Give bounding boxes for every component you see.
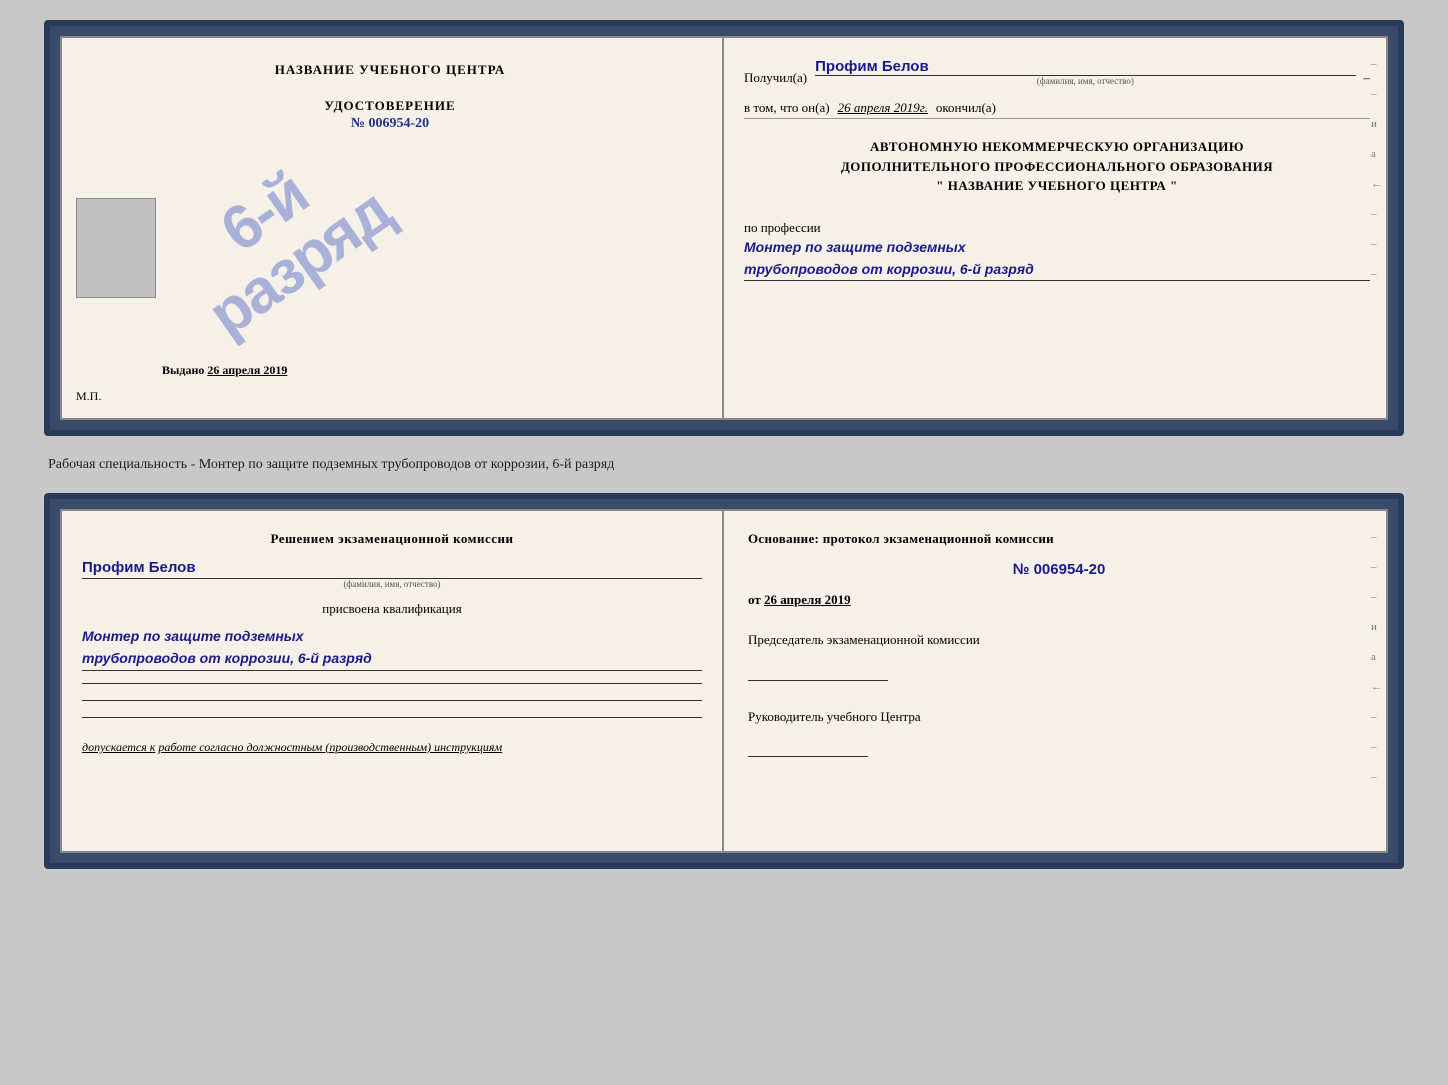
cert-profession-label: по профессии bbox=[744, 220, 1370, 236]
cert-received-name: Профим Белов bbox=[815, 58, 1355, 76]
cert-org-block: АВТОНОМНУЮ НЕКОММЕРЧЕСКУЮ ОРГАНИЗАЦИЮ ДО… bbox=[744, 137, 1370, 196]
qual-decision-title: Решением экзаменационной комиссии bbox=[82, 531, 702, 547]
cert-dash1: – bbox=[1364, 70, 1371, 86]
cert-top-title: НАЗВАНИЕ УЧЕБНОГО ЦЕНТРА bbox=[275, 62, 506, 78]
qual-basis-date: от 26 апреля 2019 bbox=[748, 592, 1370, 608]
cert-doc-number: № 006954-20 bbox=[351, 116, 429, 132]
cert-received-name-block: Профим Белов (фамилия, имя, отчество) bbox=[815, 58, 1355, 86]
qual-basis-date-value: 26 апреля 2019 bbox=[764, 592, 851, 607]
qualification-document: Решением экзаменационной комиссии Профим… bbox=[44, 493, 1404, 869]
cert-received-name-sub: (фамилия, имя, отчество) bbox=[815, 76, 1355, 86]
qual-chairman-label: Председатель экзаменационной комиссии bbox=[748, 630, 1370, 650]
cert-received-label: Получил(а) bbox=[744, 70, 807, 86]
cert-date-value: 26 апреля 2019г. bbox=[838, 100, 928, 116]
cert-photo-placeholder bbox=[76, 198, 156, 298]
cert-stamp-overlay: 6-й разряд bbox=[142, 98, 422, 378]
qual-profession-value: Монтер по защите подземных трубопроводов… bbox=[82, 625, 702, 671]
qual-head-sign-line bbox=[748, 756, 868, 757]
cert-doc-title: УДОСТОВЕРЕНИЕ bbox=[324, 98, 455, 114]
qual-name-sub: (фамилия, имя, отчество) bbox=[82, 579, 702, 589]
qualification-inner: Решением экзаменационной комиссии Профим… bbox=[60, 509, 1388, 853]
qual-assigned-label: присвоена квалификация bbox=[82, 601, 702, 617]
cert-right-panel: Получил(а) Профим Белов (фамилия, имя, о… bbox=[724, 38, 1386, 418]
qual-line-1 bbox=[82, 683, 702, 684]
cert-in-that-label: в том, что он(а) bbox=[744, 100, 830, 116]
qual-chairman-sign-line bbox=[748, 680, 888, 681]
cert-side-marks: – – и а ← – – – bbox=[1371, 58, 1382, 280]
qual-допускается-value: работе согласно должностным (производств… bbox=[158, 740, 502, 754]
qual-basis-label: Основание: протокол экзаменационной коми… bbox=[748, 531, 1370, 547]
qual-head-label: Руководитель учебного Центра bbox=[748, 707, 1370, 727]
qual-left-panel: Решением экзаменационной комиссии Профим… bbox=[62, 511, 724, 851]
qual-line-3 bbox=[82, 717, 702, 718]
qual-line-2 bbox=[82, 700, 702, 701]
cert-profession-block: по профессии Монтер по защите подземных … bbox=[744, 212, 1370, 282]
certificate-inner: НАЗВАНИЕ УЧЕБНОГО ЦЕНТРА УДОСТОВЕРЕНИЕ №… bbox=[60, 36, 1388, 420]
qual-right-panel: Основание: протокол экзаменационной коми… bbox=[724, 511, 1386, 851]
cert-issued: Выдано 26 апреля 2019 bbox=[162, 363, 287, 378]
cert-left-panel: НАЗВАНИЕ УЧЕБНОГО ЦЕНТРА УДОСТОВЕРЕНИЕ №… bbox=[62, 38, 724, 418]
cert-stamp-text: 6-й разряд bbox=[163, 129, 402, 348]
cert-received-row: Получил(а) Профим Белов (фамилия, имя, о… bbox=[744, 58, 1370, 86]
cert-date-row: в том, что он(а) 26 апреля 2019г. окончи… bbox=[744, 100, 1370, 119]
cert-finished-label: окончил(а) bbox=[936, 100, 996, 116]
qual-basis-number: № 006954-20 bbox=[748, 561, 1370, 578]
specialty-text: Рабочая специальность - Монтер по защите… bbox=[44, 454, 1404, 475]
qual-side-marks: – – – и а ← – – – bbox=[1371, 531, 1382, 783]
qual-profession-block: Монтер по защите подземных трубопроводов… bbox=[82, 625, 702, 671]
qual-name-value: Профим Белов bbox=[82, 559, 702, 579]
cert-mp: М.П. bbox=[76, 389, 101, 404]
qual-допускается-block: допускается к работе согласно должностны… bbox=[82, 738, 702, 756]
cert-doc-block: УДОСТОВЕРЕНИЕ № 006954-20 bbox=[324, 98, 455, 132]
cert-profession-value: Монтер по защите подземных трубопроводов… bbox=[744, 236, 1370, 282]
qual-name-block: Профим Белов (фамилия, имя, отчество) bbox=[82, 555, 702, 589]
certificate-document: НАЗВАНИЕ УЧЕБНОГО ЦЕНТРА УДОСТОВЕРЕНИЕ №… bbox=[44, 20, 1404, 436]
